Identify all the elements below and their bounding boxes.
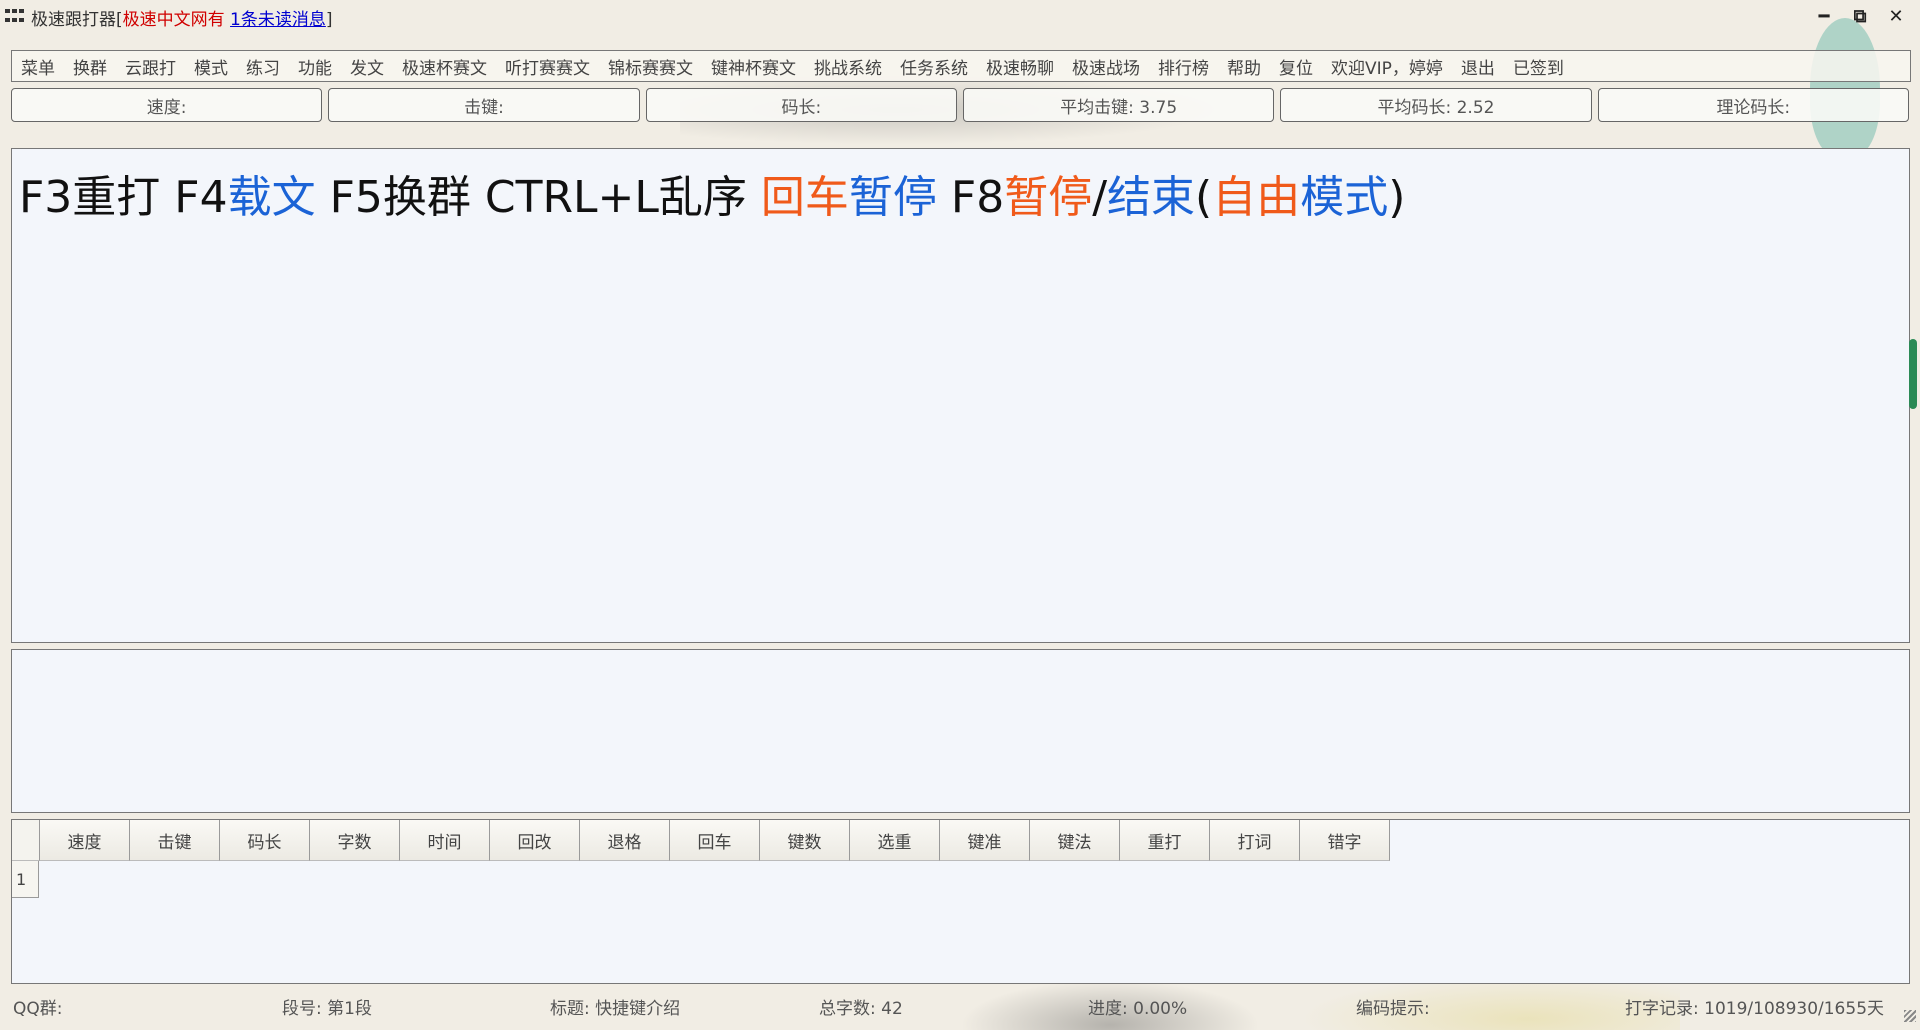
column-header-char-count[interactable]: 字数 [310,820,400,861]
text-segment: F3重打 F4 [19,172,228,223]
menu-item-exit[interactable]: 退出 [1452,54,1504,79]
table-row-number: 1 [12,861,39,898]
text-segment: 模式 [1300,172,1389,223]
menu-item-send-text[interactable]: 发文 [341,54,393,79]
column-header-word-typing[interactable]: 打词 [1210,820,1300,861]
avg-code-length-stat: 平均码长: 2.52 [1280,88,1592,122]
column-header-errors[interactable]: 错字 [1300,820,1390,861]
column-header-corrections[interactable]: 回改 [490,820,580,861]
code-hint-status: 编码提示: [1356,999,1430,1019]
column-header-key-method[interactable]: 键法 [1030,820,1120,861]
keystroke-stat: 击键: [328,88,640,122]
minimize-icon[interactable]: ━ [1814,6,1834,27]
text-segment: 暂停 [1004,172,1093,223]
text-title-status: 标题: 快捷键介绍 [550,999,681,1019]
menu-item-challenge[interactable]: 挑战系统 [805,54,891,79]
avg-keystroke-stat: 平均击键: 3.75 [962,88,1275,122]
text-segment: 结束 [1107,172,1196,223]
menu-bar: 菜单 换群 云跟打 模式 练习 功能 发文 极速杯赛文 听打赛赛文 锦标赛赛文 … [11,50,1911,82]
reference-text: F3重打 F4载文 F5换群 CTRL+L乱序 回车暂停 F8暂停/结束(自由模… [19,161,1405,225]
table-header-row: 速度 击键 码长 字数 时间 回改 退格 回车 键数 选重 键准 键法 重打 打… [12,820,1909,861]
window-title-name: 极速跟打器[ [31,9,123,30]
menu-item-leaderboard[interactable]: 排行榜 [1149,54,1218,79]
typing-record-status: 打字记录: 1019/108930/1655天 [1625,999,1885,1019]
text-segment: F8 [936,172,1005,223]
menu-item-function[interactable]: 功能 [289,54,341,79]
status-bar: QQ群: 段号: 第1段 标题: 快捷键介绍 总字数: 42 进度: 0.00%… [13,994,1908,1019]
text-segment: 载文 [227,172,316,223]
text-segment: / [1092,172,1108,223]
title-bar: 极速跟打器[极速中文网有 1条未读消息] ━ ⧉ ✕ [0,0,1920,34]
column-header-key-accuracy[interactable]: 键准 [940,820,1030,861]
text-segment: 暂停 [848,172,937,223]
menu-item-speed-cup[interactable]: 极速杯赛文 [393,54,496,79]
menu-item-reset[interactable]: 复位 [1270,54,1322,79]
window-title-end: ] [325,9,333,30]
qq-group-status: QQ群: [13,999,63,1019]
column-header-select-repeat[interactable]: 选重 [850,820,940,861]
total-chars-status: 总字数: 42 [819,999,903,1019]
column-header-speed[interactable]: 速度 [40,820,130,861]
column-header-keystroke[interactable]: 击键 [130,820,220,861]
speed-stat: 速度: [11,88,323,122]
stats-row: 速度: 击键: 码长: 平均击键: 3.75 平均码长: 2.52 理论码长: [11,88,1909,122]
menu-item-welcome-vip[interactable]: 欢迎VIP，婷婷 [1322,54,1452,79]
column-header-key-count[interactable]: 键数 [760,820,850,861]
column-header-enter[interactable]: 回车 [670,820,760,861]
typing-input-area[interactable] [11,649,1910,813]
unread-messages-link[interactable]: 1条未读消息 [230,10,326,30]
column-header-backspace[interactable]: 退格 [580,820,670,861]
column-header-time[interactable]: 时间 [400,820,490,861]
progress-status: 进度: 0.00% [1088,999,1188,1019]
text-segment: ) [1388,172,1406,223]
text-segment: ( [1195,172,1213,223]
window-title: 极速跟打器[极速中文网有 1条未读消息] [31,5,333,30]
window-title-site: 极速中文网有 [122,9,225,30]
menu-item-key-god-cup[interactable]: 键神杯赛文 [702,54,805,79]
menu-item-championship[interactable]: 锦标赛赛文 [599,54,702,79]
menu-item-chat[interactable]: 极速畅聊 [977,54,1063,79]
menu-item-menu[interactable]: 菜单 [12,54,64,79]
scrollbar-thumb[interactable] [1909,339,1917,409]
table-corner-cell [12,820,40,861]
restore-icon[interactable]: ⧉ [1850,6,1870,27]
window-controls: ━ ⧉ ✕ [1814,6,1906,27]
text-segment: 自由 [1212,172,1301,223]
text-segment: 回车 [760,172,849,223]
app-grid-icon[interactable] [5,9,25,25]
column-header-retype[interactable]: 重打 [1120,820,1210,861]
column-header-code-length[interactable]: 码长 [220,820,310,861]
menu-item-switch-group[interactable]: 换群 [64,54,116,79]
menu-item-help[interactable]: 帮助 [1218,54,1270,79]
menu-item-mode[interactable]: 模式 [185,54,237,79]
menu-item-battlefield[interactable]: 极速战场 [1063,54,1149,79]
results-table: 速度 击键 码长 字数 时间 回改 退格 回车 键数 选重 键准 键法 重打 打… [11,819,1910,984]
resize-grip-icon[interactable] [1904,1010,1916,1022]
theoretical-code-length-stat: 理论码长: [1597,88,1909,122]
menu-item-signed-in[interactable]: 已签到 [1504,54,1573,79]
menu-item-practice[interactable]: 练习 [237,54,289,79]
reference-text-pane[interactable]: F3重打 F4载文 F5换群 CTRL+L乱序 回车暂停 F8暂停/结束(自由模… [11,148,1917,643]
menu-item-cloud-follow[interactable]: 云跟打 [116,54,185,79]
code-length-stat: 码长: [645,88,957,122]
text-segment: F5换群 CTRL+L乱序 [315,172,761,223]
close-icon[interactable]: ✕ [1886,6,1906,27]
table-row[interactable] [40,861,1909,983]
menu-item-tasks[interactable]: 任务系统 [891,54,977,79]
segment-number-status: 段号: 第1段 [282,999,372,1019]
menu-item-listen-contest[interactable]: 听打赛赛文 [496,54,599,79]
